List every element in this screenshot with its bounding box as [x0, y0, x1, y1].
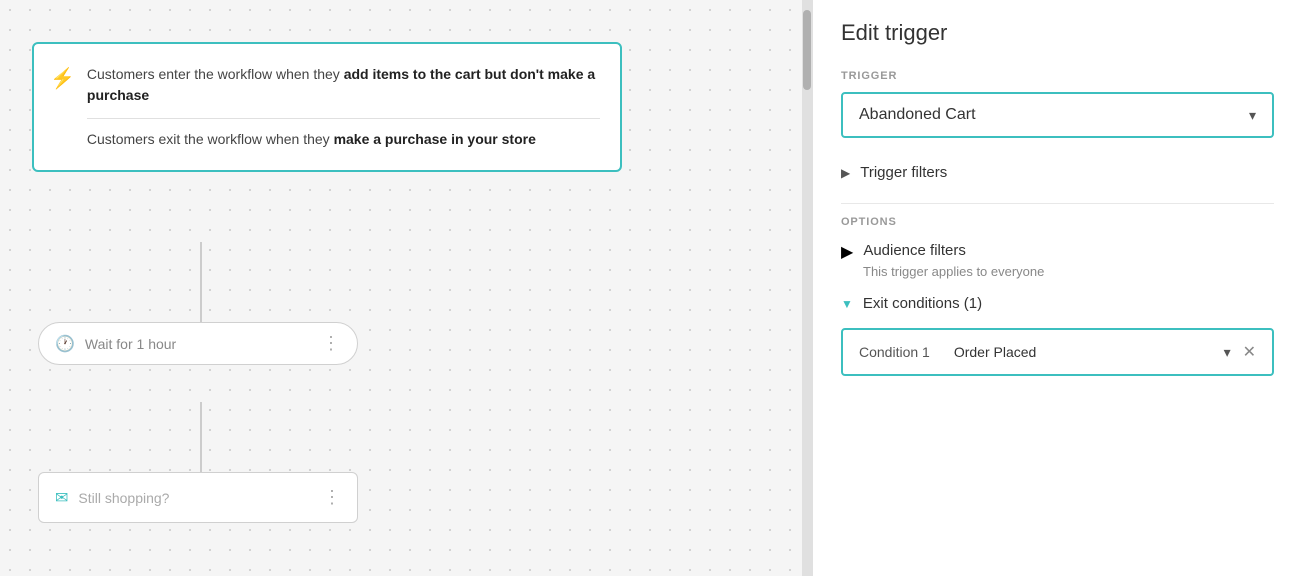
options-section-label: OPTIONS [841, 216, 1274, 228]
panel-title: Edit trigger [841, 20, 1274, 46]
exit-conditions-arrow-icon: ▼ [841, 297, 853, 311]
condition-row[interactable]: Condition 1 Order Placed ▾ ✕ [841, 328, 1274, 376]
audience-filters-arrow-icon: ▶ [841, 242, 853, 262]
audience-filters-label: Audience filters [863, 242, 966, 259]
edit-trigger-panel: Edit trigger TRIGGER Abandoned Cart ▾ ▶ … [812, 0, 1302, 576]
clock-icon: 🕐 [55, 334, 75, 354]
scrollbar-thumb[interactable] [803, 10, 811, 90]
condition-label: Condition 1 [859, 344, 930, 360]
trigger-filters-label: Trigger filters [860, 164, 947, 181]
condition-actions: ▾ ✕ [1224, 342, 1256, 362]
wait-label: Wait for 1 hour [85, 336, 176, 352]
email-menu-dots[interactable]: ⋮ [323, 487, 341, 508]
wait-menu-dots[interactable]: ⋮ [322, 333, 341, 354]
audience-filters-row[interactable]: ▶ Audience filters [841, 238, 1274, 264]
trigger-enter-text: Customers enter the workflow when they a… [87, 64, 600, 106]
email-label: Still shopping? [78, 490, 169, 506]
trigger-card: ⚡ Customers enter the workflow when they… [32, 42, 622, 172]
trigger-exit-text: Customers exit the workflow when they ma… [87, 129, 600, 150]
workflow-canvas: ⚡ Customers enter the workflow when they… [0, 0, 812, 576]
trigger-filters-row[interactable]: ▶ Trigger filters [841, 154, 1274, 191]
canvas-scrollbar[interactable] [802, 0, 812, 576]
trigger-dropdown[interactable]: Abandoned Cart ▾ [841, 92, 1274, 138]
trigger-filters-arrow-icon: ▶ [841, 166, 850, 180]
email-node[interactable]: ✉ Still shopping? ⋮ [38, 472, 358, 523]
condition-dropdown-arrow-icon[interactable]: ▾ [1224, 344, 1231, 361]
wait-node[interactable]: 🕐 Wait for 1 hour ⋮ [38, 322, 358, 365]
email-icon: ✉ [55, 488, 68, 508]
condition-close-icon[interactable]: ✕ [1243, 342, 1256, 362]
exit-conditions-row[interactable]: ▼ Exit conditions (1) [841, 287, 1274, 324]
exit-conditions-label: Exit conditions (1) [863, 295, 982, 312]
connector-line-2 [200, 402, 202, 472]
trigger-section-label: TRIGGER [841, 70, 1274, 82]
condition-row-left: Condition 1 Order Placed [859, 344, 1036, 360]
connector-line-1 [200, 242, 202, 322]
condition-value: Order Placed [954, 344, 1036, 360]
trigger-dropdown-arrow-icon: ▾ [1249, 107, 1256, 124]
trigger-dropdown-label: Abandoned Cart [859, 106, 976, 124]
lightning-icon: ⚡ [50, 66, 75, 150]
divider-1 [841, 203, 1274, 204]
audience-filters-sublabel: This trigger applies to everyone [863, 264, 1274, 279]
